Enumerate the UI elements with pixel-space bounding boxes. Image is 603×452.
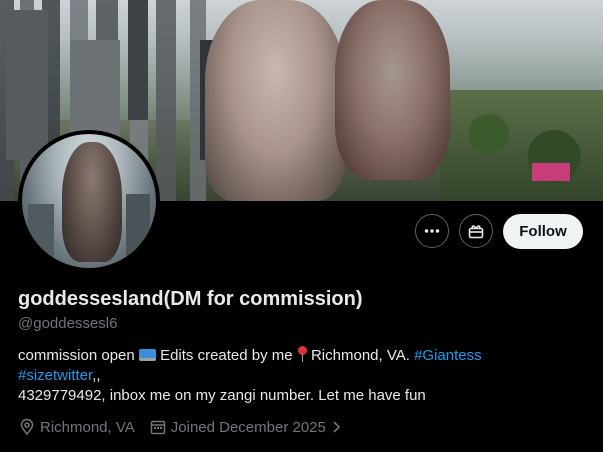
hashtag-link[interactable]: #sizetwitter [18, 367, 92, 384]
subscribe-button[interactable] [459, 214, 493, 248]
banner-building [128, 0, 148, 120]
avatar-building [126, 194, 150, 268]
location-item: Richmond, VA [18, 418, 135, 436]
laptop-icon [138, 349, 156, 361]
display-name: goddessesland(DM for commission) [18, 288, 363, 310]
banner-trees [440, 90, 603, 201]
subscribe-icon [468, 225, 484, 239]
avatar-building [28, 204, 54, 268]
bio-text: 4329779492, inbox me on my zangi number.… [18, 387, 426, 404]
user-handle: @goddessesl6 [18, 315, 118, 332]
banner-billboard [532, 163, 570, 181]
chevron-right-icon [333, 421, 341, 433]
calendar-icon [150, 420, 166, 435]
bio-text: ,, [92, 367, 101, 384]
profile-bio: commission open Edits created by me Rich… [18, 346, 588, 406]
location-pin-icon [20, 418, 34, 436]
follow-button[interactable]: Follow [503, 214, 583, 249]
location-text: Richmond, VA [40, 418, 135, 436]
avatar-figure [62, 142, 122, 262]
banner-building [6, 10, 48, 160]
more-horizontal-icon [424, 229, 440, 233]
bio-text: Richmond, VA. [310, 347, 410, 364]
banner-foot-left [205, 0, 345, 201]
joined-text: Joined December 2025 [170, 418, 326, 436]
bio-text: Edits created by me [160, 347, 293, 364]
hashtag-link[interactable]: #Giantess [414, 347, 482, 364]
banner-foot-right [335, 0, 450, 180]
round-pushpin-icon [297, 346, 307, 362]
joined-item[interactable]: Joined December 2025 [149, 418, 346, 436]
avatar[interactable] [22, 134, 156, 268]
more-button[interactable] [415, 214, 449, 248]
profile-meta: Richmond, VA Joined December 2025 [18, 418, 360, 436]
bio-text: commission open [18, 347, 135, 364]
